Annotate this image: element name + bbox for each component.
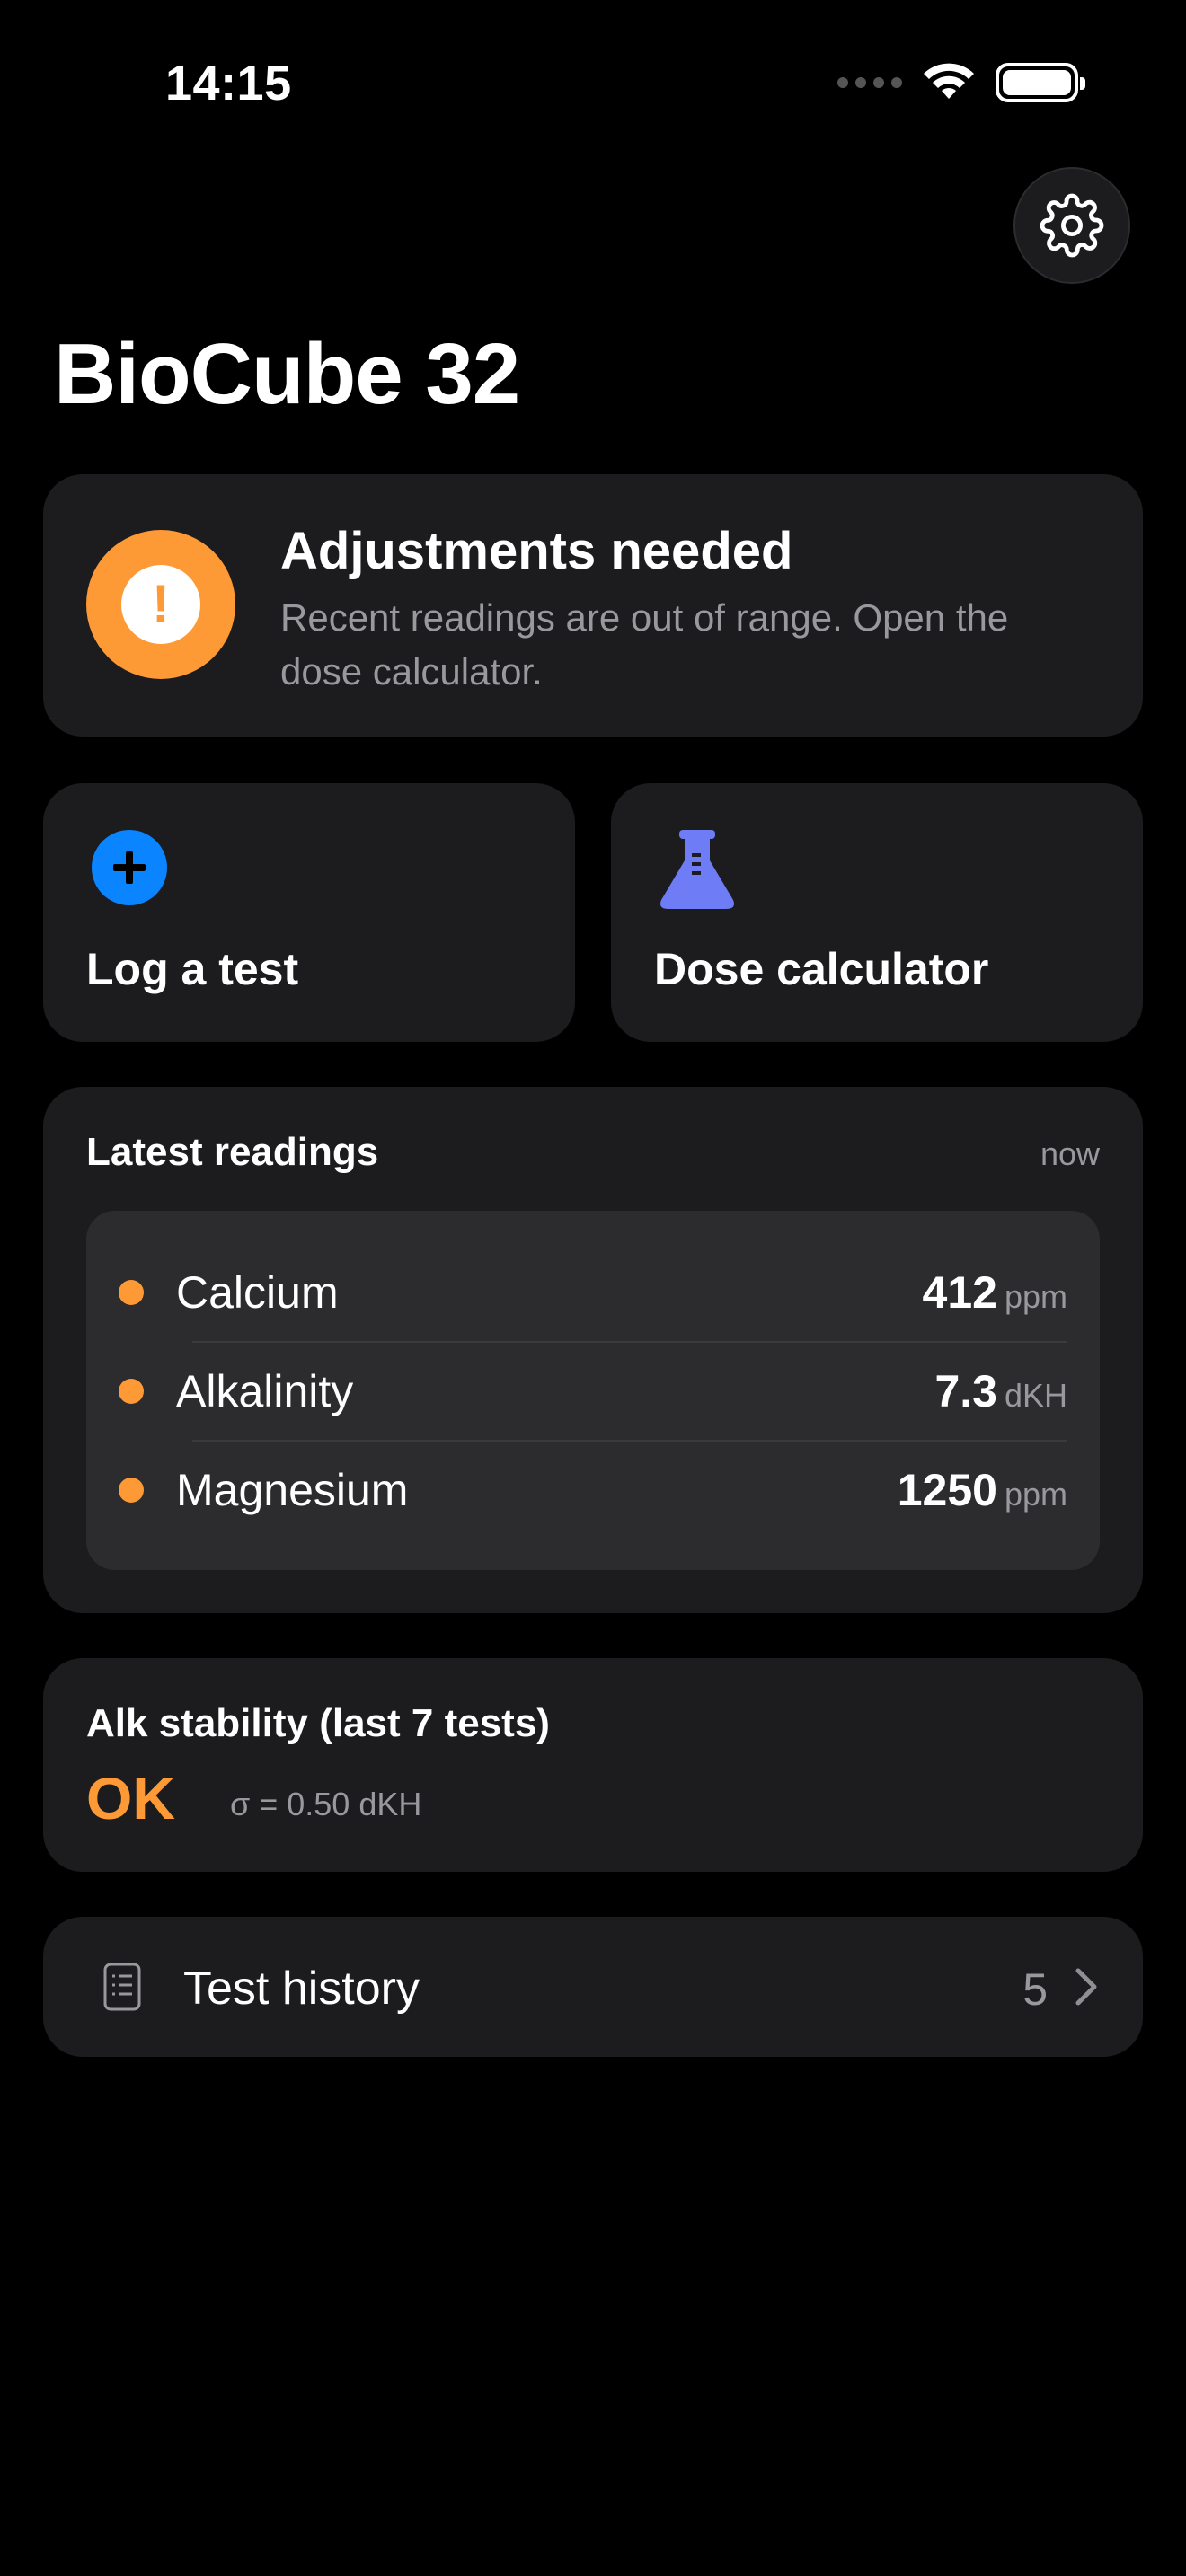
stability-title: Alk stability (last 7 tests): [86, 1701, 550, 1745]
alert-title: Adjustments needed: [280, 522, 793, 580]
test-history-count: 5: [1022, 1964, 1048, 2015]
log-test-label: Log a test: [86, 944, 299, 994]
alert-message: Recent readings are out of range. Open t…: [280, 596, 1009, 693]
wifi-icon: [924, 63, 974, 99]
log-test-button[interactable]: Log a test: [43, 783, 575, 1042]
home-screen: 14:15 BioCube 32 ! Adjustments needed Re…: [0, 0, 1186, 2576]
stability-sigma: σ = 0.50 dKH: [230, 1786, 422, 1822]
latest-readings-card: Latest readings now Calcium 412 ppm Alka…: [43, 1087, 1143, 1613]
dose-calculator-button[interactable]: Dose calculator: [611, 783, 1143, 1042]
dose-calculator-label: Dose calculator: [654, 944, 989, 994]
reading-name: Magnesium: [176, 1465, 409, 1515]
reading-unit: dKH: [1004, 1377, 1067, 1414]
reading-row-calcium: Calcium 412 ppm: [86, 1243, 1100, 1342]
status-icons: [837, 63, 1085, 102]
reading-name: Alkalinity: [176, 1366, 354, 1416]
flask-icon: [660, 830, 734, 909]
chevron-right-icon: [1075, 1968, 1097, 2006]
reading-unit: ppm: [1004, 1278, 1067, 1315]
warning-icon: !: [86, 530, 235, 679]
status-dot: [119, 1379, 144, 1404]
reading-unit: ppm: [1004, 1476, 1067, 1513]
page-title: BioCube 32: [54, 326, 520, 422]
settings-button[interactable]: [1013, 167, 1130, 284]
status-time: 14:15: [165, 57, 292, 110]
plus-circle-icon: [92, 830, 167, 905]
status-dot: [119, 1478, 144, 1503]
battery-icon: [996, 63, 1085, 102]
reading-value: 1250: [897, 1465, 997, 1515]
reading-row-alkalinity: Alkalinity 7.3 dKH: [86, 1342, 1100, 1441]
readings-timestamp: now: [1040, 1135, 1100, 1172]
test-history-row[interactable]: Test history 5: [43, 1917, 1143, 2057]
reading-value: 7.3: [934, 1366, 997, 1416]
gear-icon: [1040, 193, 1104, 258]
reading-row-magnesium: Magnesium 1250 ppm: [86, 1441, 1100, 1539]
readings-title: Latest readings: [86, 1130, 379, 1174]
adjustments-alert-card[interactable]: ! Adjustments needed Recent readings are…: [43, 474, 1143, 737]
reading-value: 412: [922, 1267, 997, 1318]
status-dot: [119, 1280, 144, 1305]
document-list-icon: [103, 1963, 141, 2011]
readings-list: Calcium 412 ppm Alkalinity 7.3 dKH Magne…: [86, 1211, 1100, 1570]
test-history-label: Test history: [183, 1963, 420, 2015]
reading-name: Calcium: [176, 1267, 339, 1318]
cellular-signal-icon: [837, 77, 902, 88]
stability-status: OK: [86, 1765, 175, 1831]
alk-stability-card: Alk stability (last 7 tests) OK σ = 0.50…: [43, 1658, 1143, 1872]
